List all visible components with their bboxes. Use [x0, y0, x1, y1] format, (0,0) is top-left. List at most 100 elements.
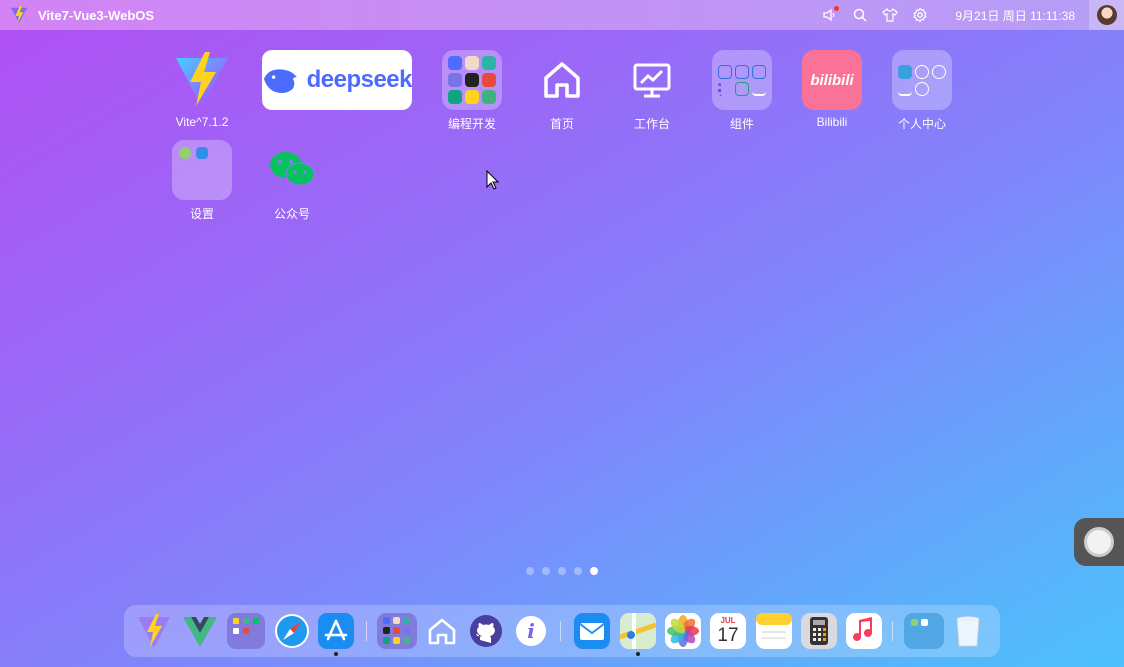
folder-preview: [898, 64, 946, 96]
form-mini-icon: [735, 81, 749, 96]
dock-appstore[interactable]: [318, 613, 354, 649]
maps-icon: [620, 613, 656, 649]
calculator-icon: [810, 617, 828, 645]
shirt-icon[interactable]: [875, 0, 905, 30]
wechat-icon: [270, 152, 315, 186]
dock-music[interactable]: [846, 613, 882, 649]
avatar[interactable]: [1089, 0, 1124, 30]
home-icon: [544, 62, 580, 98]
vite-mini-icon: [465, 90, 479, 104]
page-dot[interactable]: [542, 567, 550, 575]
app-label: 组件: [729, 117, 754, 131]
appstore-icon: [324, 619, 348, 641]
dock-separator: [366, 621, 367, 641]
monitor-chart-icon: [633, 63, 671, 98]
app-label: Bilibili: [816, 115, 848, 129]
dock-vite[interactable]: [136, 613, 172, 649]
app-label: 公众号: [273, 207, 310, 221]
mouse-cursor-icon: [486, 170, 500, 190]
running-indicator: [334, 652, 338, 656]
dock-calendar[interactable]: JUL 17: [710, 613, 746, 649]
folder-preview-icon: [911, 619, 928, 626]
folder-preview: [448, 56, 496, 104]
app-label: 首页: [549, 117, 574, 131]
clock[interactable]: 9月21日 周日 11:11:38: [955, 7, 1075, 24]
dock-photos[interactable]: [665, 613, 701, 649]
dock-info[interactable]: i: [513, 613, 549, 649]
search-icon[interactable]: [845, 0, 875, 30]
brand[interactable]: Vite7-Vue3-WebOS: [10, 6, 154, 24]
gear-mini-icon: [179, 147, 191, 159]
deepseek-whale-icon: [263, 69, 297, 94]
github-icon: [470, 615, 502, 647]
list-mini-icon: [718, 81, 732, 96]
app-label: 工作台: [633, 117, 670, 131]
dock-mail[interactable]: [574, 613, 610, 649]
dock-github[interactable]: [468, 613, 504, 649]
notes-icon: [756, 613, 792, 639]
ai-mini-icon: [448, 73, 462, 87]
page-dot-active[interactable]: [590, 567, 598, 575]
user-mini-icon: [898, 64, 912, 79]
page-indicator[interactable]: [526, 567, 606, 575]
dock-vue[interactable]: [182, 613, 218, 649]
app-home[interactable]: 首页: [522, 50, 602, 132]
app-label: deepseek: [306, 66, 413, 93]
app-title: Vite7-Vue3-WebOS: [38, 7, 155, 23]
app-label: 个人中心: [897, 117, 946, 131]
page-dot[interactable]: [526, 567, 534, 575]
assistive-touch-icon: [1084, 527, 1114, 557]
dock-maps[interactable]: [620, 613, 656, 649]
mail-mini-icon: [196, 147, 208, 159]
app-profile-folder[interactable]: 个人中心: [882, 50, 962, 132]
top-bar: Vite7-Vue3-WebOS 9月21日 周日 11:11:38: [0, 0, 1124, 30]
gitee-mini-icon: [482, 73, 496, 87]
table-mini-icon: [752, 64, 766, 79]
table-mini-icon: [718, 64, 732, 79]
speaker-icon[interactable]: [815, 0, 845, 30]
bilibili-logo: bilibili: [810, 71, 854, 89]
dock-separator: [892, 621, 893, 641]
app-vite[interactable]: Vite^7.1.2: [162, 50, 242, 129]
info-glyph: i: [527, 619, 535, 643]
calendar-day: 17: [717, 625, 739, 646]
app-wechat[interactable]: 公众号: [252, 140, 332, 222]
folder-preview: [718, 64, 766, 96]
dock-settings-folder[interactable]: [904, 613, 944, 649]
table-mini-icon: [735, 64, 749, 79]
dock-home[interactable]: [424, 613, 460, 649]
info-icon: i: [516, 616, 546, 646]
app-deepseek[interactable]: deepseek: [262, 50, 413, 110]
dock: i JUL 17: [124, 605, 1000, 657]
clock-mini-icon: [915, 81, 929, 96]
assistive-touch-button[interactable]: [1074, 518, 1124, 566]
vue-icon: [183, 617, 217, 647]
github-mini-icon: [465, 73, 479, 87]
app-workbench[interactable]: 工作台: [612, 50, 692, 132]
dock-safari[interactable]: [274, 613, 310, 649]
notification-badge: [834, 6, 840, 11]
dock-notes[interactable]: [756, 613, 792, 649]
app-dev-folder[interactable]: 编程开发: [432, 50, 512, 132]
running-indicator: [636, 652, 640, 656]
app-settings-folder[interactable]: 设置: [162, 140, 242, 222]
app-bilibili[interactable]: bilibili Bilibili: [792, 50, 872, 129]
app-label: Vite^7.1.2: [175, 115, 229, 129]
calendar-month: JUL: [720, 616, 736, 625]
person-mini-icon: [915, 64, 929, 79]
page-dot[interactable]: [558, 567, 566, 575]
dock-calculator[interactable]: [801, 613, 837, 649]
dock-dev-folder[interactable]: [377, 613, 417, 649]
trash-icon: [956, 616, 980, 647]
page-dot[interactable]: [574, 567, 582, 575]
photos-flower-icon: [667, 615, 699, 647]
signature-mini-icon: [898, 82, 912, 96]
dock-folder[interactable]: [227, 613, 265, 649]
avatar-mini-icon: [465, 56, 479, 70]
vite-icon: [176, 52, 228, 108]
dock-trash[interactable]: [950, 613, 986, 649]
gear-icon[interactable]: [905, 0, 935, 30]
chatgpt-mini-icon: [448, 90, 462, 104]
app-widgets-folder[interactable]: 组件: [702, 50, 782, 132]
app-label: 编程开发: [447, 117, 496, 131]
